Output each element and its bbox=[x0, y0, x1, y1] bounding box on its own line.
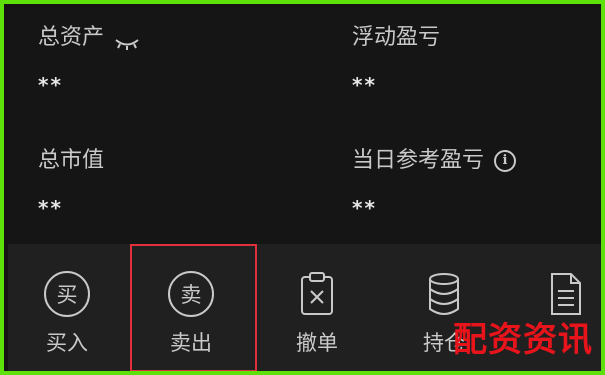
info-icon[interactable]: i bbox=[494, 150, 517, 172]
day-pl-label: 当日参考盈亏 bbox=[352, 148, 485, 173]
market-value-label: 总市值 bbox=[38, 148, 105, 173]
buy-circle-icon: 买 bbox=[44, 271, 90, 317]
sell-circle-icon: 卖 bbox=[168, 271, 214, 317]
floating-pl-value: ** bbox=[352, 73, 377, 97]
buy-label: 买入 bbox=[46, 331, 88, 355]
cancel-order-label: 撤单 bbox=[296, 331, 338, 355]
buy-button[interactable]: 买 买入 bbox=[12, 244, 122, 371]
day-pl-value: ** bbox=[352, 196, 377, 220]
app-frame: 总资产 ** 浮动盈亏 ** 总市值 ** 当日参考盈亏 i ** 买 买入 卖… bbox=[0, 0, 605, 375]
database-icon bbox=[421, 271, 467, 317]
eye-closed-icon[interactable] bbox=[114, 31, 140, 50]
day-pl-field: 当日参考盈亏 i ** bbox=[352, 147, 517, 220]
total-assets-label: 总资产 bbox=[38, 25, 105, 50]
floating-pl-field: 浮动盈亏 ** bbox=[352, 24, 440, 97]
cancel-order-button[interactable]: 撤单 bbox=[262, 244, 372, 371]
total-assets-value: ** bbox=[38, 73, 63, 97]
clipboard-x-icon bbox=[294, 271, 340, 317]
watermark: 配资资讯 bbox=[453, 320, 593, 360]
sell-label: 卖出 bbox=[170, 331, 212, 355]
account-summary: 总资产 ** 浮动盈亏 ** 总市值 ** 当日参考盈亏 i ** bbox=[8, 8, 601, 244]
market-value-value: ** bbox=[38, 196, 63, 220]
total-assets-field: 总资产 ** bbox=[38, 24, 140, 97]
document-icon bbox=[543, 271, 589, 317]
sell-button[interactable]: 卖 卖出 bbox=[136, 244, 246, 371]
floating-pl-label: 浮动盈亏 bbox=[352, 25, 441, 50]
market-value-field: 总市值 ** bbox=[38, 147, 104, 220]
